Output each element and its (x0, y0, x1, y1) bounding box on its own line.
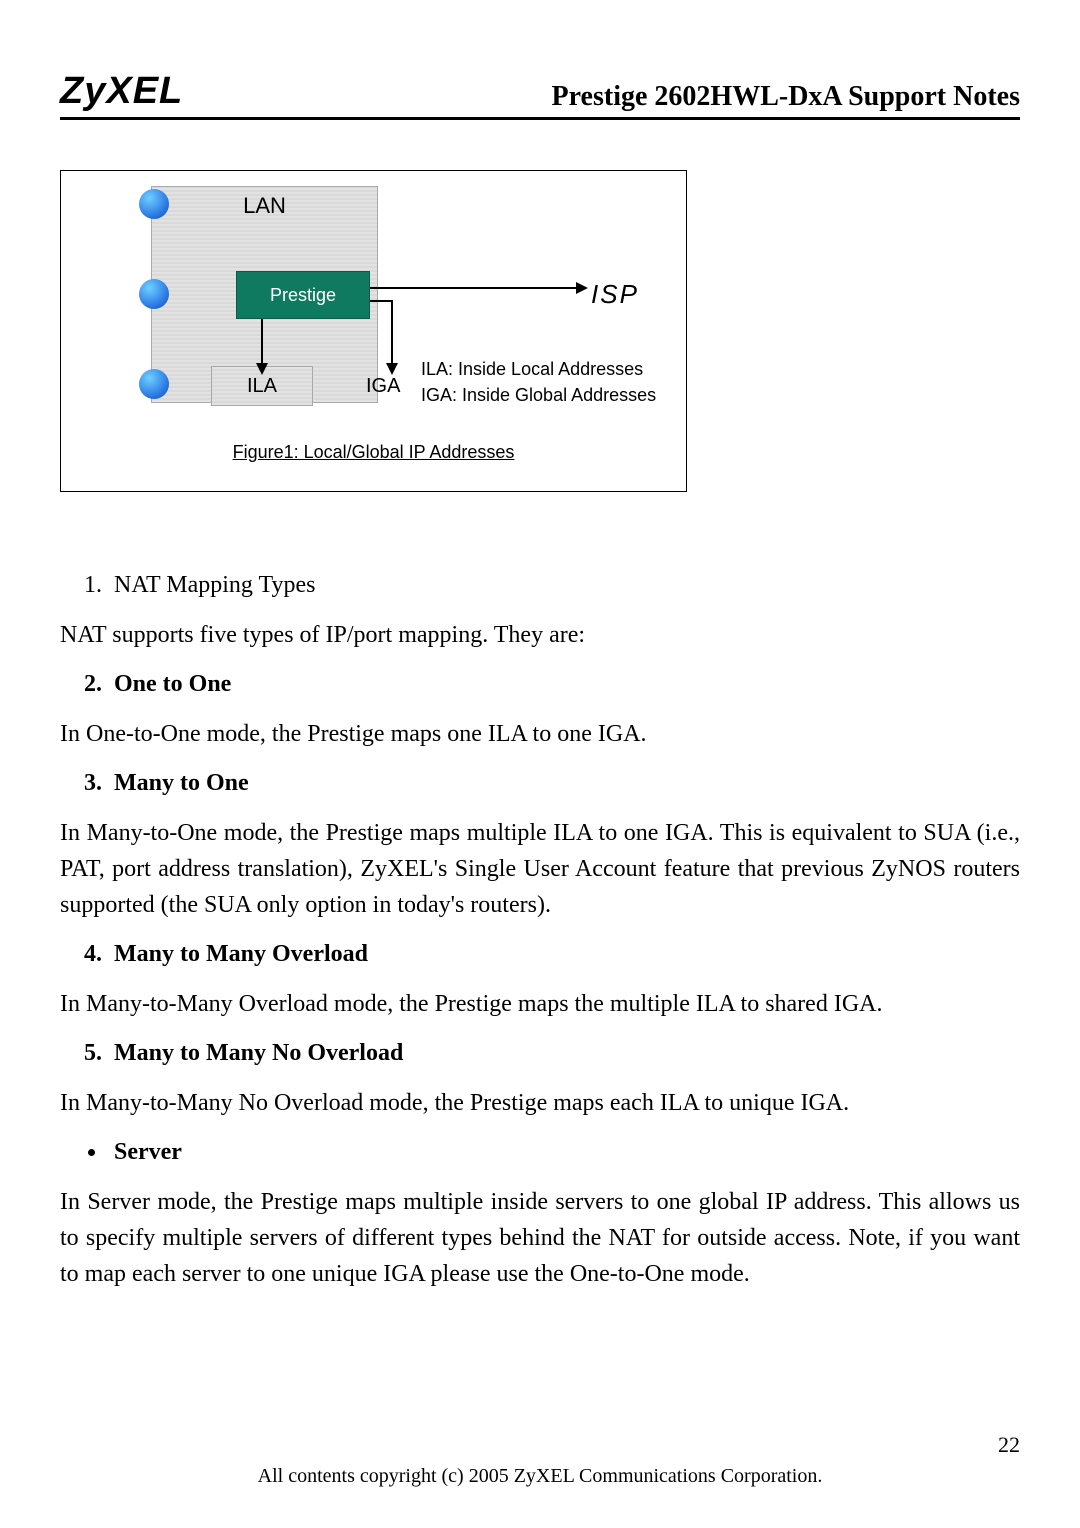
figure-caption: Figure1: Local/Global IP Addresses (61, 442, 686, 463)
figure-desc-iga: IGA: Inside Global Addresses (421, 385, 656, 406)
paragraph: In One-to-One mode, the Prestige maps on… (60, 716, 1020, 752)
arrow-down-icon (386, 363, 398, 375)
isp-label: ISP (591, 279, 639, 310)
page-number: 22 (998, 1432, 1020, 1458)
page-header: ZyXEL Prestige 2602HWL-DxA Support Notes (60, 70, 1020, 120)
arrow-right-icon (576, 282, 588, 294)
prestige-box: Prestige (236, 271, 370, 319)
list-item-nat-mapping-types: NAT Mapping Types (108, 572, 1020, 599)
paragraph: In Many-to-Many No Overload mode, the Pr… (60, 1085, 1020, 1121)
paragraph: In Server mode, the Prestige maps multip… (60, 1184, 1020, 1292)
paragraph: In Many-to-One mode, the Prestige maps m… (60, 815, 1020, 923)
paragraph: NAT supports five types of IP/port mappi… (60, 617, 1020, 653)
list-item-one-to-one: One to One (108, 671, 1020, 698)
list-item-many-to-many-overload: Many to Many Overload (108, 941, 1020, 968)
lan-label: LAN (152, 193, 377, 219)
node-dot-icon (139, 189, 169, 219)
node-dot-icon (139, 279, 169, 309)
copyright: All contents copyright (c) 2005 ZyXEL Co… (0, 1465, 1080, 1488)
node-dot-icon (139, 369, 169, 399)
paragraph: In Many-to-Many Overload mode, the Prest… (60, 986, 1020, 1022)
figure-diagram: LAN Prestige ISP IGA ILA ILA: Inside Loc… (60, 170, 687, 492)
list-item-server: Server (108, 1139, 1020, 1166)
iga-label: IGA (366, 375, 400, 398)
list-item-many-to-one: Many to One (108, 770, 1020, 797)
connector-line (368, 300, 393, 302)
logo: ZyXEL (60, 70, 183, 113)
arrow-down-icon (256, 363, 268, 375)
connector-line (391, 300, 393, 365)
figure-desc-ila: ILA: Inside Local Addresses (421, 359, 643, 380)
connector-line (368, 287, 578, 289)
connector-line (261, 317, 263, 365)
content: NAT Mapping Types NAT supports five type… (60, 572, 1020, 1292)
list-item-many-to-many-no-overload: Many to Many No Overload (108, 1040, 1020, 1067)
page-title: Prestige 2602HWL-DxA Support Notes (552, 81, 1020, 113)
